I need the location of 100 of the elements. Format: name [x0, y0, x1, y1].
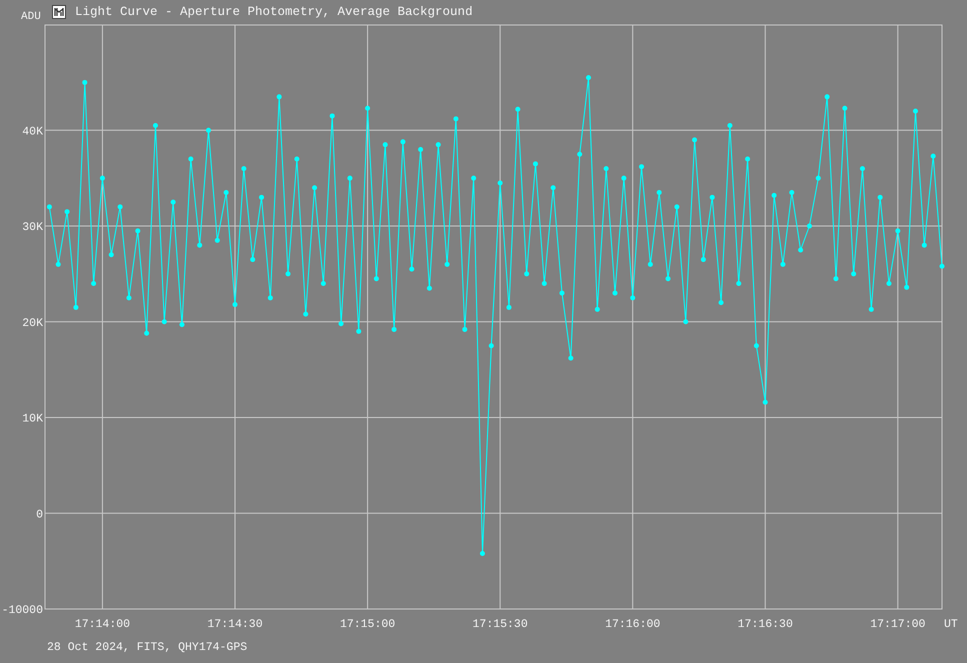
data-point — [727, 123, 732, 128]
app-icon — [52, 5, 66, 19]
data-point — [64, 209, 70, 214]
data-point — [754, 343, 759, 348]
data-point — [833, 276, 838, 282]
data-point — [586, 75, 591, 80]
data-point — [745, 156, 750, 162]
data-point — [100, 176, 105, 181]
data-point — [630, 295, 636, 300]
data-point — [940, 264, 944, 269]
axis-tick-label: 17:14:30 — [207, 618, 263, 631]
data-point — [462, 326, 468, 332]
data-point — [108, 252, 114, 258]
data-point — [214, 238, 220, 243]
data-point — [400, 139, 406, 144]
data-point — [772, 192, 777, 198]
data-point — [374, 276, 379, 282]
data-point — [886, 281, 892, 286]
axis-tick-label: 17:15:00 — [340, 618, 396, 631]
data-point — [259, 194, 264, 200]
data-point — [330, 113, 335, 118]
data-point — [568, 356, 574, 361]
data-point — [480, 550, 485, 556]
data-point — [46, 204, 52, 210]
data-point — [816, 176, 821, 181]
data-point — [736, 281, 742, 286]
axis-tick-label: 40K — [22, 125, 43, 138]
data-point — [789, 190, 794, 196]
axis-label: ADU — [21, 11, 42, 23]
data-point — [683, 319, 688, 324]
data-point — [320, 281, 326, 286]
data-point — [56, 262, 61, 267]
data-point — [126, 295, 132, 300]
data-point — [656, 190, 662, 196]
data-point — [824, 94, 830, 100]
data-point — [913, 108, 918, 114]
data-point — [674, 204, 680, 210]
axis-label: UT — [944, 618, 958, 631]
data-point — [118, 204, 123, 210]
data-point — [135, 228, 140, 234]
data-point — [303, 312, 308, 317]
data-point — [444, 262, 450, 267]
data-point — [762, 400, 768, 405]
data-point — [498, 180, 503, 186]
data-point — [806, 224, 812, 229]
data-point — [347, 176, 352, 181]
data-point — [232, 302, 238, 308]
data-point — [152, 123, 158, 128]
data-point — [241, 166, 246, 172]
data-point — [365, 106, 370, 111]
data-point — [162, 319, 167, 324]
data-point — [73, 304, 78, 310]
data-point — [206, 128, 211, 133]
data-point — [895, 228, 900, 234]
data-point — [179, 322, 184, 328]
data-point — [338, 321, 344, 326]
data-point — [409, 266, 414, 272]
data-point — [515, 106, 520, 112]
data-point — [621, 176, 626, 181]
data-point — [878, 194, 883, 200]
window-title: Light Curve - Aperture Photometry, Average Background — [75, 5, 473, 19]
data-point — [550, 185, 556, 190]
data-point — [718, 300, 724, 306]
axis-tick-label: 20K — [22, 316, 43, 330]
data-point — [922, 242, 927, 248]
axis-tick-label: 10K — [22, 412, 43, 426]
data-point — [524, 271, 530, 276]
data-point — [560, 290, 564, 296]
data-point — [612, 290, 618, 296]
axis-tick-label: 17:15:30 — [472, 618, 528, 631]
data-point — [648, 262, 653, 267]
axis-tick-label: 17:17:00 — [870, 618, 926, 631]
axis-tick-label: 17:16:30 — [738, 618, 793, 631]
data-point — [276, 94, 282, 100]
image-info: 28 Oct 2024, FITS, QHY174-GPS — [47, 641, 248, 654]
data-point — [594, 306, 600, 312]
data-point — [868, 306, 874, 312]
data-point — [294, 156, 300, 162]
data-point — [842, 106, 848, 111]
data-point — [418, 146, 424, 152]
data-point — [710, 194, 715, 200]
data-point — [542, 281, 547, 286]
data-point — [798, 247, 804, 252]
data-point — [532, 161, 538, 166]
data-point — [426, 286, 432, 291]
data-point — [286, 271, 291, 276]
data-point — [392, 326, 397, 332]
data-point — [268, 295, 273, 300]
data-point — [930, 154, 936, 159]
data-point — [666, 276, 671, 282]
axis-tick-label: 0 — [36, 508, 43, 522]
data-point — [382, 142, 388, 148]
data-point — [604, 166, 609, 172]
data-point — [639, 164, 644, 170]
data-point — [488, 343, 494, 348]
data-point — [188, 156, 194, 162]
data-point — [700, 257, 706, 262]
data-point — [436, 142, 441, 148]
data-point — [312, 185, 318, 190]
data-point — [506, 304, 512, 310]
